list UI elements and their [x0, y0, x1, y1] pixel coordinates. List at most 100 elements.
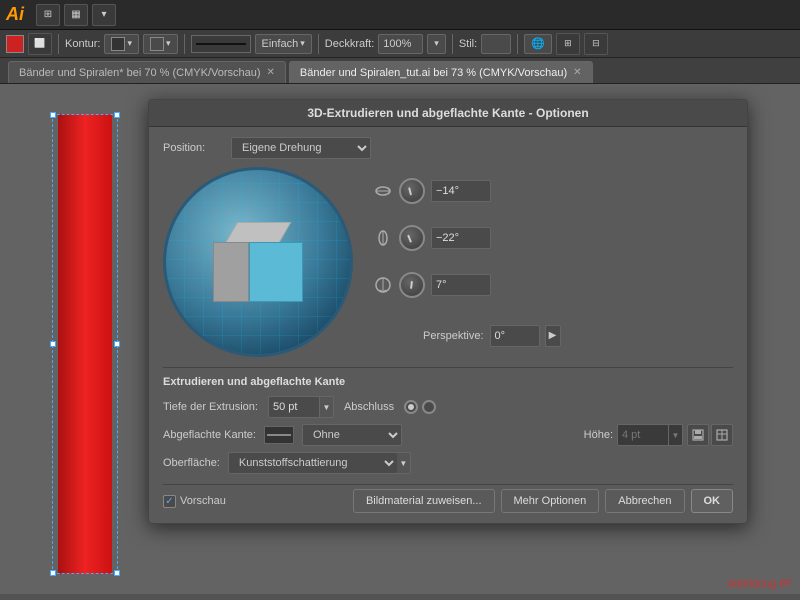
globe-btn[interactable]: 🌐: [524, 34, 552, 54]
tiefe-label: Tiefe der Extrusion:: [163, 401, 258, 413]
rot-x-icon: [373, 181, 393, 201]
hohe-field-group: ▼: [617, 424, 683, 446]
rot-z-field[interactable]: [431, 274, 491, 296]
kontur-style[interactable]: ▾: [143, 34, 178, 54]
handle-mr: [114, 341, 120, 347]
handle-tl: [50, 112, 56, 118]
deckkraft-field[interactable]: [378, 34, 423, 54]
vorschau-checkbox[interactable]: ✓: [163, 495, 176, 508]
perspektive-row: Perspektive: ▶: [423, 325, 733, 347]
ok-button[interactable]: OK: [691, 489, 734, 513]
menu-icon-2[interactable]: ▦: [64, 4, 88, 26]
handle-tr: [114, 112, 120, 118]
position-label: Position:: [163, 142, 223, 154]
rot-x-dial[interactable]: [399, 178, 425, 204]
vorschau-label[interactable]: ✓ Vorschau: [163, 495, 226, 508]
cube-right: [249, 242, 303, 302]
stroke-preview: [191, 35, 251, 53]
bevel-preview: [264, 426, 294, 444]
arrange-btn[interactable]: ⊟: [584, 33, 608, 55]
toolbar-divider-5: [517, 34, 518, 54]
tiefe-arrow[interactable]: ▼: [320, 396, 334, 418]
toolbar-divider-2: [184, 34, 185, 54]
handle-br: [114, 570, 120, 576]
toolbar-icon-1[interactable]: ⬜: [28, 33, 52, 55]
cube-left: [213, 242, 249, 302]
toolbar-divider-4: [452, 34, 453, 54]
section-divider-1: [163, 367, 733, 368]
cube-top: [225, 222, 292, 244]
bevel-select[interactable]: Ohne: [302, 424, 402, 446]
einfach-btn[interactable]: Einfach ▾: [255, 34, 312, 54]
hohe-label: Höhe:: [584, 429, 613, 441]
dialog-buttons: ✓ Vorschau Bildmaterial zuweisen... Mehr…: [163, 484, 733, 513]
rot-z-dial[interactable]: [399, 272, 425, 298]
oberflache-label: Oberfläche:: [163, 457, 220, 469]
rot-y-field[interactable]: [431, 227, 491, 249]
abbildung-text: Abbildung 9F: [727, 578, 792, 590]
tab-close-1[interactable]: ✕: [573, 67, 581, 78]
app-logo: Ai: [6, 4, 24, 25]
kontur-color[interactable]: ▾: [104, 34, 139, 54]
rot-z-row: [373, 272, 733, 298]
rot-y-row: [373, 225, 733, 251]
hohe-section: Höhe: ▼: [584, 424, 733, 446]
perspektive-arrow[interactable]: ▶: [545, 325, 561, 347]
extrude-section-header: Extrudieren und abgeflachte Kante: [163, 376, 733, 388]
perspektive-label: Perspektive:: [423, 330, 484, 342]
dialog-title: 3D-Extrudieren und abgeflachte Kante - O…: [149, 100, 747, 127]
cube-3d: [213, 222, 303, 312]
rot-x-field[interactable]: [431, 180, 491, 202]
deckkraft-arrow[interactable]: ▾: [427, 34, 446, 54]
perspektive-field[interactable]: [490, 325, 540, 347]
menu-icon-1[interactable]: ⊞: [36, 4, 60, 26]
rot-x-row: [373, 178, 733, 204]
abschluss-radio-1[interactable]: [404, 400, 418, 414]
hohe-arrow[interactable]: ▼: [669, 424, 683, 446]
tiefe-row: Tiefe der Extrusion: ▼ Abschluss: [163, 396, 733, 418]
stil-btn[interactable]: [481, 34, 511, 54]
abschluss-radio-group: [404, 400, 436, 414]
position-select[interactable]: Eigene Drehung: [231, 137, 371, 159]
hohe-field[interactable]: [617, 424, 669, 446]
tab-1[interactable]: Bänder und Spiralen_tut.ai bei 73 % (CMY…: [289, 61, 593, 83]
rot-z-icon: [373, 275, 393, 295]
handle-ml: [50, 341, 56, 347]
menu-bar: Ai ⊞ ▦ ▾: [0, 0, 800, 30]
rot-y-icon: [373, 228, 393, 248]
mehr-optionen-button[interactable]: Mehr Optionen: [501, 489, 600, 513]
abgeflachte-label: Abgeflachte Kante:: [163, 429, 256, 441]
surface-arrow[interactable]: ▼: [397, 452, 411, 474]
menu-icon-3[interactable]: ▾: [92, 4, 116, 26]
tiefe-field[interactable]: [268, 396, 320, 418]
tab-0[interactable]: Bänder und Spiralen* bei 70 % (CMYK/Vors…: [8, 61, 286, 83]
tab-close-0[interactable]: ✕: [267, 67, 275, 78]
abschluss-label: Abschluss: [344, 401, 394, 413]
rotation-controls: Perspektive: ▶: [365, 167, 733, 357]
rot-y-dial[interactable]: [399, 225, 425, 251]
dialog-3d-extrude: 3D-Extrudieren und abgeflachte Kante - O…: [148, 99, 748, 524]
fill-swatch[interactable]: [6, 35, 24, 53]
bevel-row: Abgeflachte Kante: Ohne Höhe: ▼: [163, 424, 733, 446]
save-btn-1[interactable]: [687, 424, 709, 446]
preview-section: Perspektive: ▶: [163, 167, 733, 357]
canvas-shape: [50, 114, 120, 574]
abbrechen-button[interactable]: Abbrechen: [605, 489, 684, 513]
stil-label: Stil:: [459, 38, 477, 50]
save-btn-2[interactable]: [711, 424, 733, 446]
deckkraft-label: Deckkraft:: [325, 38, 375, 50]
view-btn[interactable]: ⊞: [556, 33, 580, 55]
save-btns: [687, 424, 733, 446]
surface-select[interactable]: Kunststoffschattierung: [228, 452, 398, 474]
abschluss-radio-2[interactable]: [422, 400, 436, 414]
toolbar-divider-3: [318, 34, 319, 54]
surface-row: Oberfläche: Kunststoffschattierung ▼: [163, 452, 733, 474]
toolbar-divider-1: [58, 34, 59, 54]
tabs-bar: Bänder und Spiralen* bei 70 % (CMYK/Vors…: [0, 58, 800, 84]
bildmaterial-button[interactable]: Bildmaterial zuweisen...: [353, 489, 495, 513]
globe-preview[interactable]: [163, 167, 353, 357]
toolbar: ⬜ Kontur: ▾ ▾ Einfach ▾ Deckkraft: ▾ Sti…: [0, 30, 800, 58]
tiefe-field-group: ▼: [268, 396, 334, 418]
dialog-body: Position: Eigene Drehung: [149, 127, 747, 523]
kontur-label: Kontur:: [65, 38, 100, 50]
